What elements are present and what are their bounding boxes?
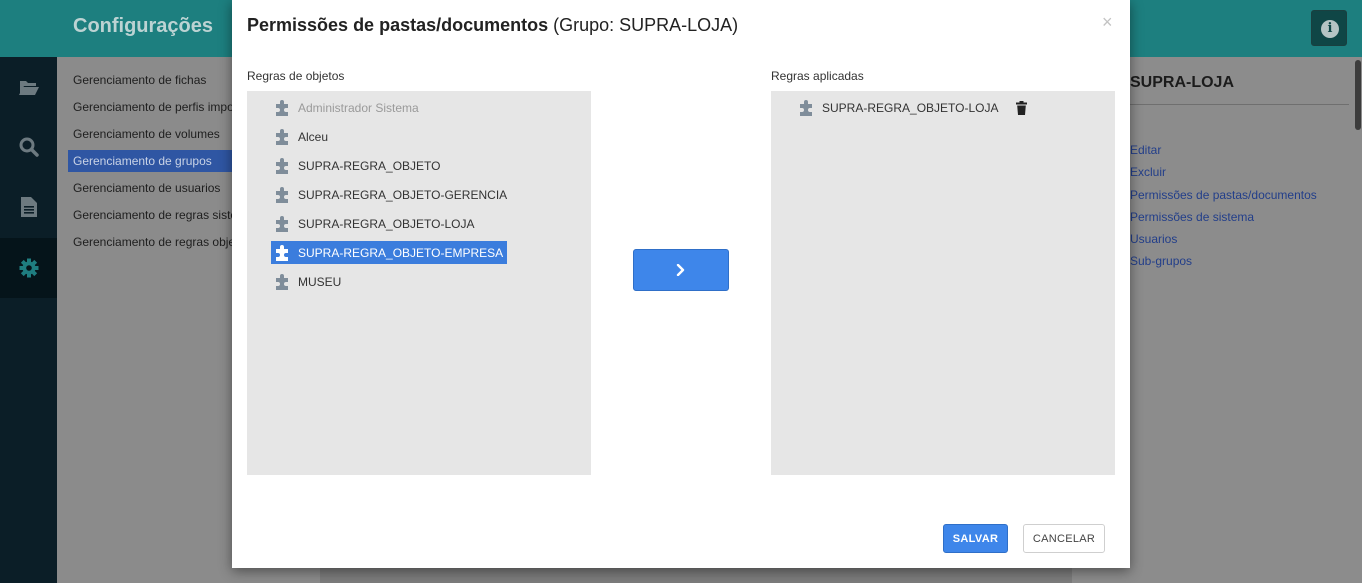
link-editar[interactable]: Editar (1130, 143, 1161, 157)
link-permissoes-pastas[interactable]: Permissões de pastas/documentos (1130, 188, 1317, 202)
puzzle-icon (276, 273, 288, 290)
list-item-label: MUSEU (298, 274, 342, 289)
list-item[interactable]: SUPRA-REGRA_OBJETO-LOJA (795, 96, 1028, 119)
list-item-label: SUPRA-REGRA_OBJETO-LOJA (298, 216, 475, 231)
modal-title-group: (Grupo: SUPRA-LOJA) (548, 15, 739, 35)
puzzle-icon (276, 244, 288, 261)
list-item-selected[interactable]: SUPRA-REGRA_OBJETO-EMPRESA (271, 241, 508, 264)
applied-rules-label: Regras aplicadas (771, 69, 864, 83)
link-permissoes-sistema[interactable]: Permissões de sistema (1130, 210, 1254, 224)
puzzle-icon (276, 215, 288, 232)
puzzle-icon (276, 128, 288, 145)
puzzle-icon (276, 157, 288, 174)
applied-rules-list[interactable]: SUPRA-REGRA_OBJETO-LOJA (771, 91, 1115, 475)
modal-title: Permissões de pastas/documentos (Grupo: … (247, 15, 738, 36)
modal-title-main: Permissões de pastas/documentos (247, 15, 549, 35)
folder-open-icon[interactable] (0, 57, 57, 117)
info-icon: i (1321, 20, 1339, 38)
list-item[interactable]: SUPRA-REGRA_OBJETO-LOJA (271, 212, 474, 235)
puzzle-icon (276, 99, 288, 116)
group-name-heading: SUPRA-LOJA (1130, 74, 1235, 91)
list-item-label: SUPRA-REGRA_OBJETO-GERENCIA (298, 187, 508, 202)
list-item[interactable]: Alceu (271, 125, 328, 148)
document-icon[interactable] (0, 177, 57, 237)
trash-icon[interactable] (1016, 100, 1028, 115)
link-usuarios[interactable]: Usuarios (1130, 232, 1177, 246)
add-rule-button[interactable] (633, 249, 729, 291)
page-title: Configurações (73, 15, 214, 37)
puzzle-icon (800, 99, 812, 116)
close-icon[interactable]: × (1102, 12, 1113, 32)
chevron-right-icon (676, 264, 685, 276)
permissions-modal: Permissões de pastas/documentos (Grupo: … (232, 0, 1130, 568)
list-item-label: SUPRA-REGRA_OBJETO-LOJA (822, 100, 999, 115)
icon-rail (0, 57, 57, 583)
link-excluir[interactable]: Excluir (1130, 165, 1166, 179)
puzzle-icon (276, 186, 288, 203)
list-item-label: Alceu (298, 129, 329, 144)
list-item[interactable]: Administrador Sistema (271, 96, 419, 119)
link-sub-grupos[interactable]: Sub-grupos (1130, 254, 1192, 268)
list-item[interactable]: MUSEU (271, 270, 341, 293)
page-scrollbar[interactable] (1355, 60, 1361, 130)
list-item[interactable]: SUPRA-REGRA_OBJETO-GERENCIA (271, 183, 507, 206)
object-rules-label: Regras de objetos (247, 69, 345, 83)
list-item-label: Administrador Sistema (298, 100, 419, 115)
save-button[interactable]: SALVAR (943, 524, 1008, 553)
list-item-label: SUPRA-REGRA_OBJETO-EMPRESA (298, 245, 504, 260)
gear-icon[interactable] (0, 238, 57, 298)
divider (1130, 104, 1349, 105)
search-icon[interactable] (0, 117, 57, 177)
cancel-button[interactable]: CANCELAR (1023, 524, 1105, 553)
object-rules-list[interactable]: Administrador Sistema Alceu SUPRA-REGRA_… (247, 91, 591, 475)
info-button[interactable]: i (1311, 10, 1347, 46)
list-item-label: SUPRA-REGRA_OBJETO (298, 158, 441, 173)
list-item[interactable]: SUPRA-REGRA_OBJETO (271, 154, 440, 177)
